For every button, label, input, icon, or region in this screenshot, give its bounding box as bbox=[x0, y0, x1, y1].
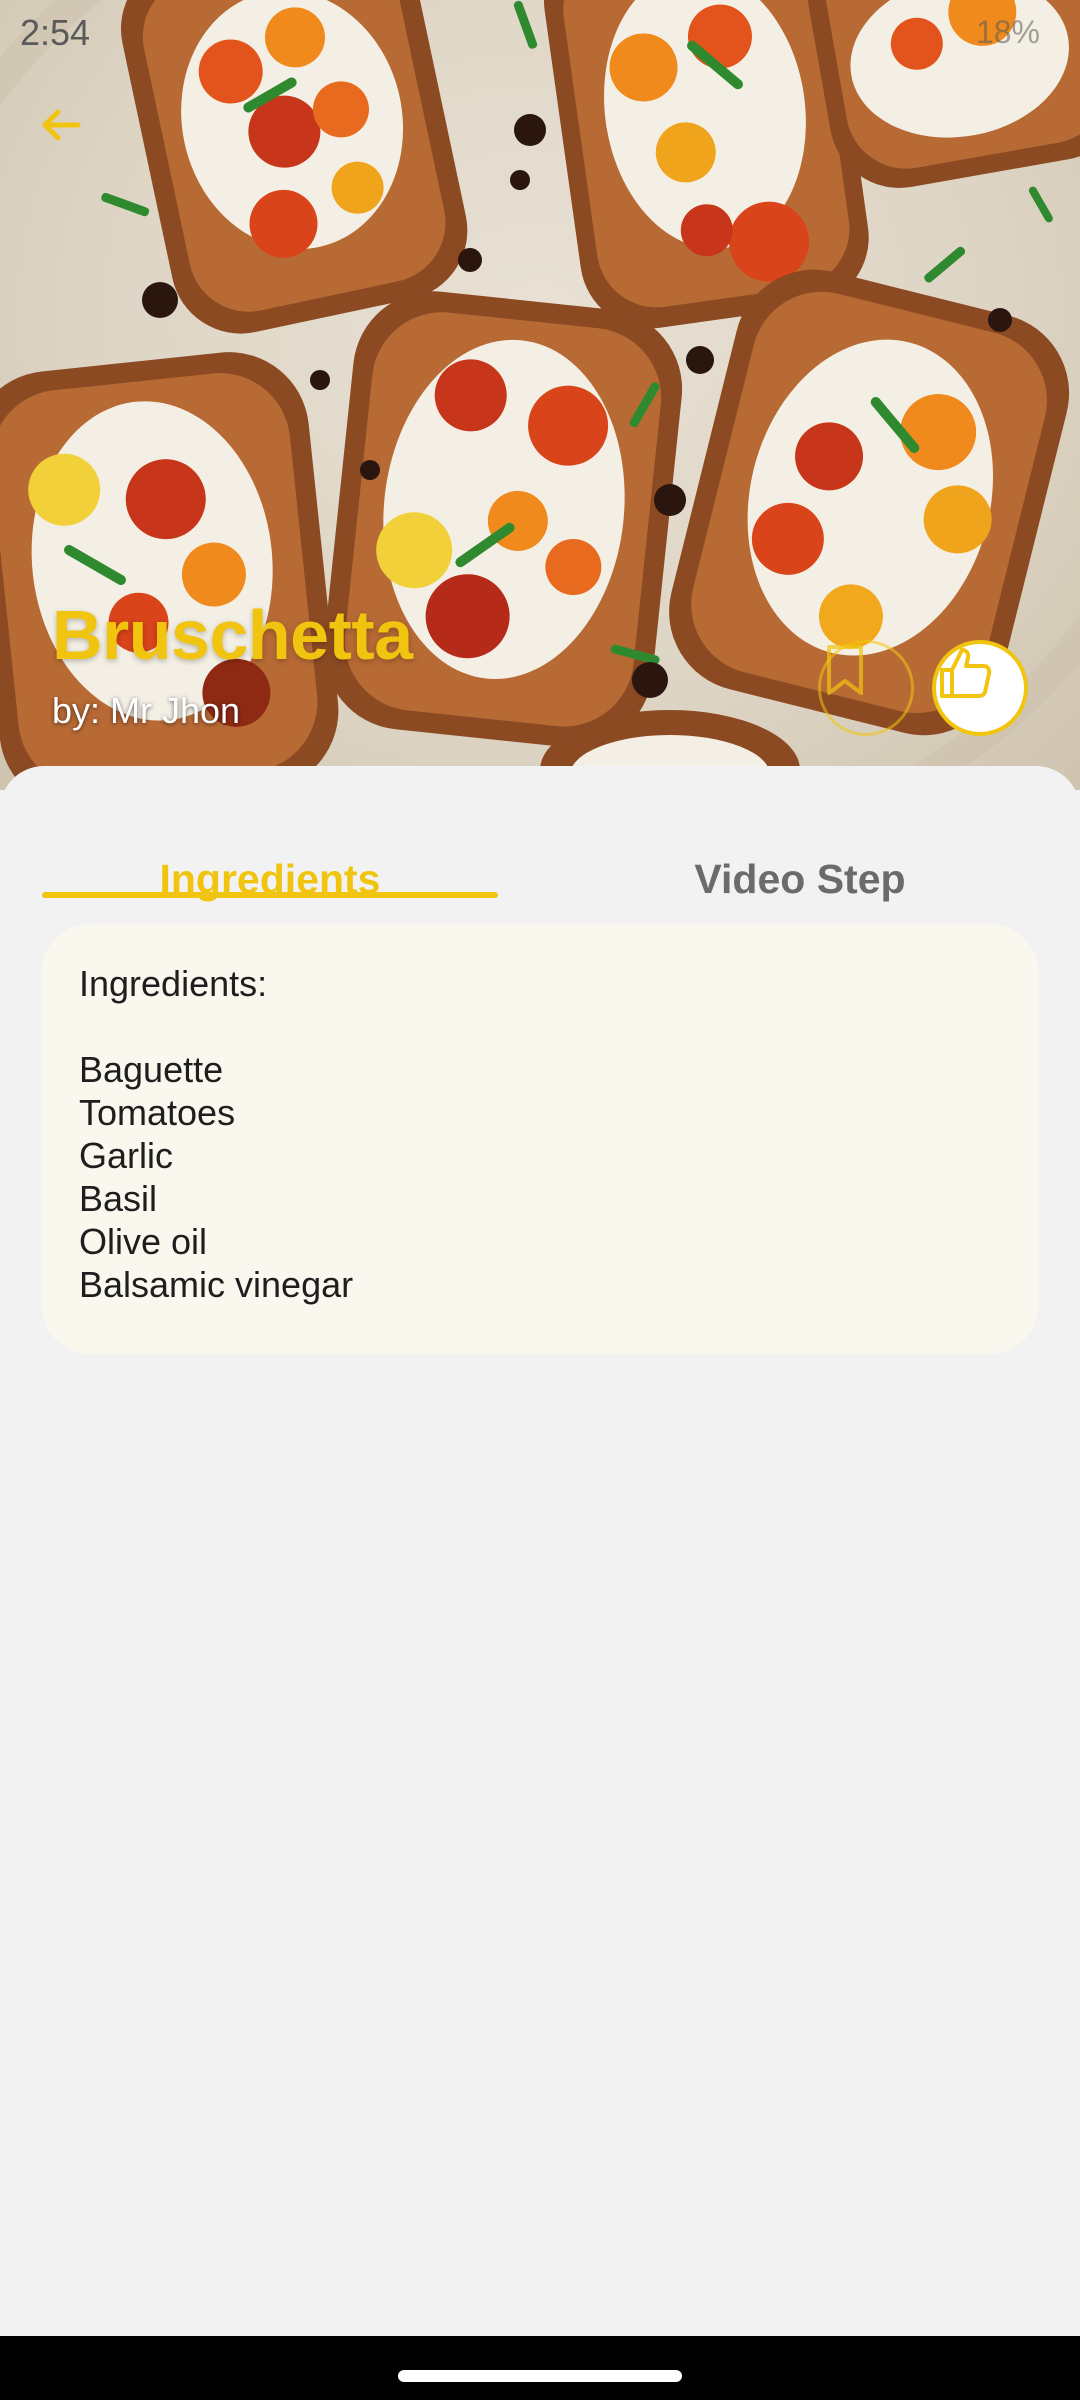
home-indicator[interactable] bbox=[398, 2370, 682, 2382]
tab-video-step[interactable]: Video Step bbox=[572, 806, 1028, 902]
ingredients-heading: Ingredients: bbox=[79, 963, 268, 1004]
ingredients-card: Ingredients: Baguette Tomatoes Garlic Ba… bbox=[42, 924, 1038, 1354]
like-button[interactable] bbox=[932, 640, 1028, 736]
ingredient-item: Tomatoes bbox=[79, 1092, 236, 1133]
recipe-author: by: Mr Jhon bbox=[52, 690, 241, 731]
status-time: 2:54 bbox=[20, 12, 91, 53]
ingredient-item: Basil bbox=[79, 1178, 158, 1219]
back-button[interactable] bbox=[36, 100, 112, 176]
ingredient-item: Baguette bbox=[79, 1049, 224, 1090]
ingredient-item: Garlic bbox=[79, 1135, 174, 1176]
thumbs-up-icon bbox=[940, 648, 992, 698]
ingredients-list: Baguette Tomatoes Garlic Basil Olive oil… bbox=[79, 1048, 1001, 1306]
battery-level: 18% bbox=[975, 14, 1040, 50]
active-tab-indicator bbox=[42, 892, 498, 898]
recipe-title: Bruschetta bbox=[52, 596, 413, 674]
system-navigation-bar bbox=[0, 2336, 1080, 2400]
arrow-left-icon bbox=[42, 109, 81, 141]
bookmark-icon bbox=[827, 645, 863, 695]
ingredient-item: Balsamic vinegar bbox=[79, 1264, 354, 1305]
bookmark-button[interactable] bbox=[818, 640, 914, 736]
recipe-hero-image: 2:54 18% Bruschetta by: Mr Jhon bbox=[0, 0, 1080, 790]
recipe-detail-sheet: Ingredients Video Step Ingredients: Bagu… bbox=[0, 766, 1080, 2336]
tab-ingredients[interactable]: Ingredients bbox=[42, 806, 498, 902]
tab-bar: Ingredients Video Step bbox=[42, 806, 1042, 902]
ingredient-item: Olive oil bbox=[79, 1221, 208, 1262]
